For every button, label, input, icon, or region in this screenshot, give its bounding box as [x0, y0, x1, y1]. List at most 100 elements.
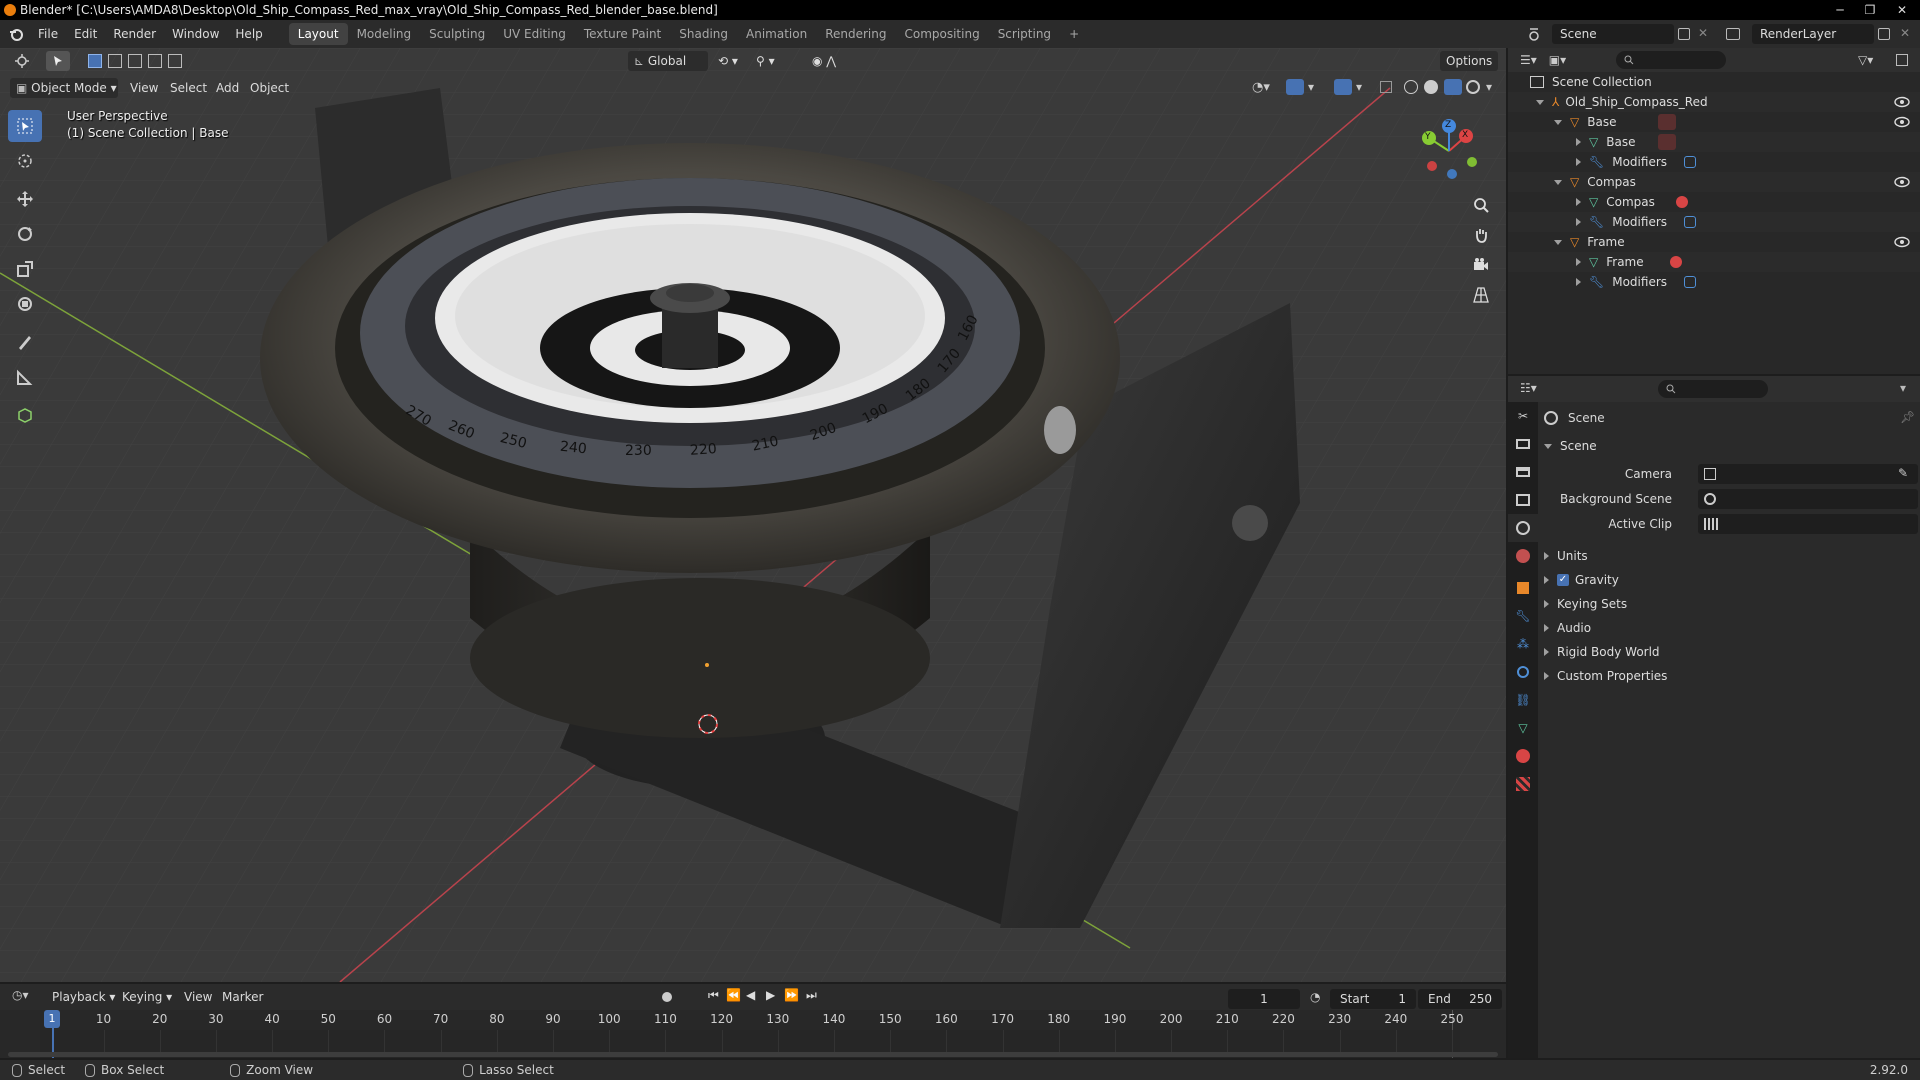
object-tab-icon[interactable]: [1508, 574, 1538, 602]
new-scene-icon[interactable]: [1678, 28, 1690, 40]
next-keyframe-icon[interactable]: ⏩: [784, 988, 799, 1002]
delete-layer-icon[interactable]: ✕: [1900, 26, 1910, 40]
current-frame-field[interactable]: 1: [1228, 989, 1300, 1009]
physics-tab-icon[interactable]: [1508, 658, 1538, 686]
xray-toggle-icon[interactable]: [1380, 81, 1392, 93]
collapse-arrow-icon[interactable]: [1576, 258, 1581, 266]
scene-tab-icon[interactable]: [1508, 514, 1538, 542]
collapse-arrow-icon[interactable]: [1576, 198, 1581, 206]
menu-render[interactable]: Render: [105, 23, 164, 45]
minimize-button[interactable]: ─: [1828, 0, 1852, 20]
prev-keyframe-icon[interactable]: ⏪: [726, 988, 741, 1002]
maximize-button[interactable]: ❐: [1858, 0, 1882, 20]
material-icon[interactable]: [1676, 196, 1688, 208]
subtract-select-icon[interactable]: [128, 54, 142, 68]
rotate-tool[interactable]: [8, 218, 42, 250]
tab-shading[interactable]: Shading: [670, 23, 737, 45]
display-mode-icon[interactable]: ▣▾: [1549, 53, 1566, 67]
outliner-row-modifiers[interactable]: 🔧︎ Modifiers: [1508, 152, 1920, 172]
tab-compositing[interactable]: Compositing: [895, 23, 988, 45]
playhead-marker[interactable]: 1: [44, 1010, 60, 1028]
collapse-arrow-icon[interactable]: [1576, 158, 1581, 166]
modifier-badge-icon[interactable]: [1684, 216, 1696, 228]
snap-toggle[interactable]: ⚲ ▾: [750, 51, 781, 71]
tab-scripting[interactable]: Scripting: [989, 23, 1060, 45]
move-tool[interactable]: [8, 183, 42, 215]
menu-object[interactable]: Object: [244, 78, 295, 98]
visibility-eye-icon[interactable]: [1894, 116, 1910, 128]
pin-icon[interactable]: 📌︎: [1900, 410, 1915, 424]
visibility-eye-icon[interactable]: [1894, 96, 1910, 108]
visibility-dropdown-icon[interactable]: ◔▾: [1252, 80, 1270, 95]
units-panel-header[interactable]: Units: [1544, 546, 1588, 566]
menu-help[interactable]: Help: [227, 23, 270, 45]
properties-options-icon[interactable]: ▾: [1900, 381, 1906, 395]
new-layer-icon[interactable]: [1878, 28, 1890, 40]
filter-icon[interactable]: ▽▾: [1858, 53, 1873, 67]
render-tab-icon[interactable]: [1508, 430, 1538, 458]
timeline-editor-type-icon[interactable]: ◷▾: [12, 988, 29, 1002]
audio-panel-header[interactable]: Audio: [1544, 618, 1591, 638]
scene-panel-header[interactable]: Scene: [1544, 436, 1597, 456]
gravity-panel-header[interactable]: ✓ Gravity: [1544, 570, 1619, 590]
tab-sculpting[interactable]: Sculpting: [420, 23, 494, 45]
camera-field[interactable]: ✎: [1698, 464, 1918, 484]
keying-menu[interactable]: Keying ▾: [116, 987, 178, 1007]
output-tab-icon[interactable]: [1508, 458, 1538, 486]
outliner-row-object-base[interactable]: ▽ Base: [1508, 112, 1920, 132]
outliner-row-mesh-compas[interactable]: ▽ Compas: [1508, 192, 1920, 212]
tab-uv-editing[interactable]: UV Editing: [494, 23, 575, 45]
marker-menu[interactable]: Marker: [216, 987, 269, 1007]
custom-properties-panel-header[interactable]: Custom Properties: [1544, 666, 1667, 686]
menu-file[interactable]: File: [30, 23, 66, 45]
add-workspace-button[interactable]: +: [1060, 23, 1088, 45]
cursor-tool[interactable]: [8, 145, 42, 177]
select-mode-icon[interactable]: [46, 51, 70, 71]
render-layer-selector[interactable]: RenderLayer: [1752, 24, 1874, 44]
outliner-row-scene-collection[interactable]: Scene Collection: [1508, 72, 1920, 92]
properties-search-field[interactable]: [1658, 380, 1768, 398]
constraints-tab-icon[interactable]: ⛓: [1508, 686, 1538, 714]
world-tab-icon[interactable]: [1508, 542, 1538, 570]
start-frame-field[interactable]: Start 1: [1330, 989, 1416, 1009]
expand-arrow-icon[interactable]: [1536, 99, 1544, 105]
outliner-row-collection[interactable]: ⅄ Old_Ship_Compass_Red: [1508, 92, 1920, 112]
playback-menu[interactable]: Playback ▾: [46, 987, 121, 1007]
collapse-arrow-icon[interactable]: [1576, 278, 1581, 286]
box-select-mode-icon[interactable]: [88, 54, 102, 68]
texture-tab-icon[interactable]: [1508, 770, 1538, 798]
rigid-body-world-panel-header[interactable]: Rigid Body World: [1544, 642, 1660, 662]
collapse-arrow-icon[interactable]: [1576, 218, 1581, 226]
record-icon[interactable]: [662, 992, 672, 1002]
timeline-area[interactable]: 1102030405060708090100110120130140150160…: [0, 1010, 1506, 1058]
background-scene-field[interactable]: [1698, 489, 1918, 509]
expand-arrow-icon[interactable]: [1554, 179, 1562, 185]
gizmo-dropdown-icon[interactable]: ▾: [1308, 80, 1314, 94]
properties-editor-type-icon[interactable]: ☷▾: [1520, 381, 1537, 395]
timeline-view-menu[interactable]: View: [178, 987, 218, 1007]
outliner-row-object-frame[interactable]: ▽ Frame: [1508, 232, 1920, 252]
outliner-row-modifiers[interactable]: 🔧︎ Modifiers: [1508, 272, 1920, 292]
gizmo-toggle-icon[interactable]: [1286, 79, 1304, 95]
outliner-row-mesh-base[interactable]: ▽ Base: [1508, 132, 1920, 152]
rendered-shading-icon[interactable]: [1466, 80, 1480, 94]
jump-start-icon[interactable]: ⏮: [708, 988, 719, 1003]
overlay-dropdown-icon[interactable]: ▾: [1356, 80, 1362, 94]
eyedropper-icon[interactable]: ✎: [1898, 466, 1908, 480]
modifier-badge-icon[interactable]: [1684, 156, 1696, 168]
pivot-point-dropdown[interactable]: ⟲ ▾: [712, 51, 744, 71]
menu-view[interactable]: View: [124, 78, 164, 98]
tab-rendering[interactable]: Rendering: [816, 23, 895, 45]
delete-scene-icon[interactable]: ✕: [1698, 26, 1708, 40]
menu-edit[interactable]: Edit: [66, 23, 105, 45]
object-mode-dropdown[interactable]: ▣ Object Mode ▾: [10, 78, 118, 98]
proportional-edit-toggle[interactable]: ◉ ⋀: [806, 51, 842, 71]
active-clip-field[interactable]: [1698, 514, 1918, 534]
measure-tool[interactable]: [8, 361, 42, 393]
play-reverse-icon[interactable]: ◀: [746, 988, 755, 1002]
outliner-row-mesh-frame[interactable]: ▽ Frame: [1508, 252, 1920, 272]
particles-tab-icon[interactable]: ⁂: [1508, 630, 1538, 658]
transform-orientation-dropdown[interactable]: ⊾ Global: [628, 51, 708, 71]
tool-tab-icon[interactable]: ✂: [1508, 402, 1538, 430]
gravity-checkbox[interactable]: ✓: [1557, 574, 1569, 586]
